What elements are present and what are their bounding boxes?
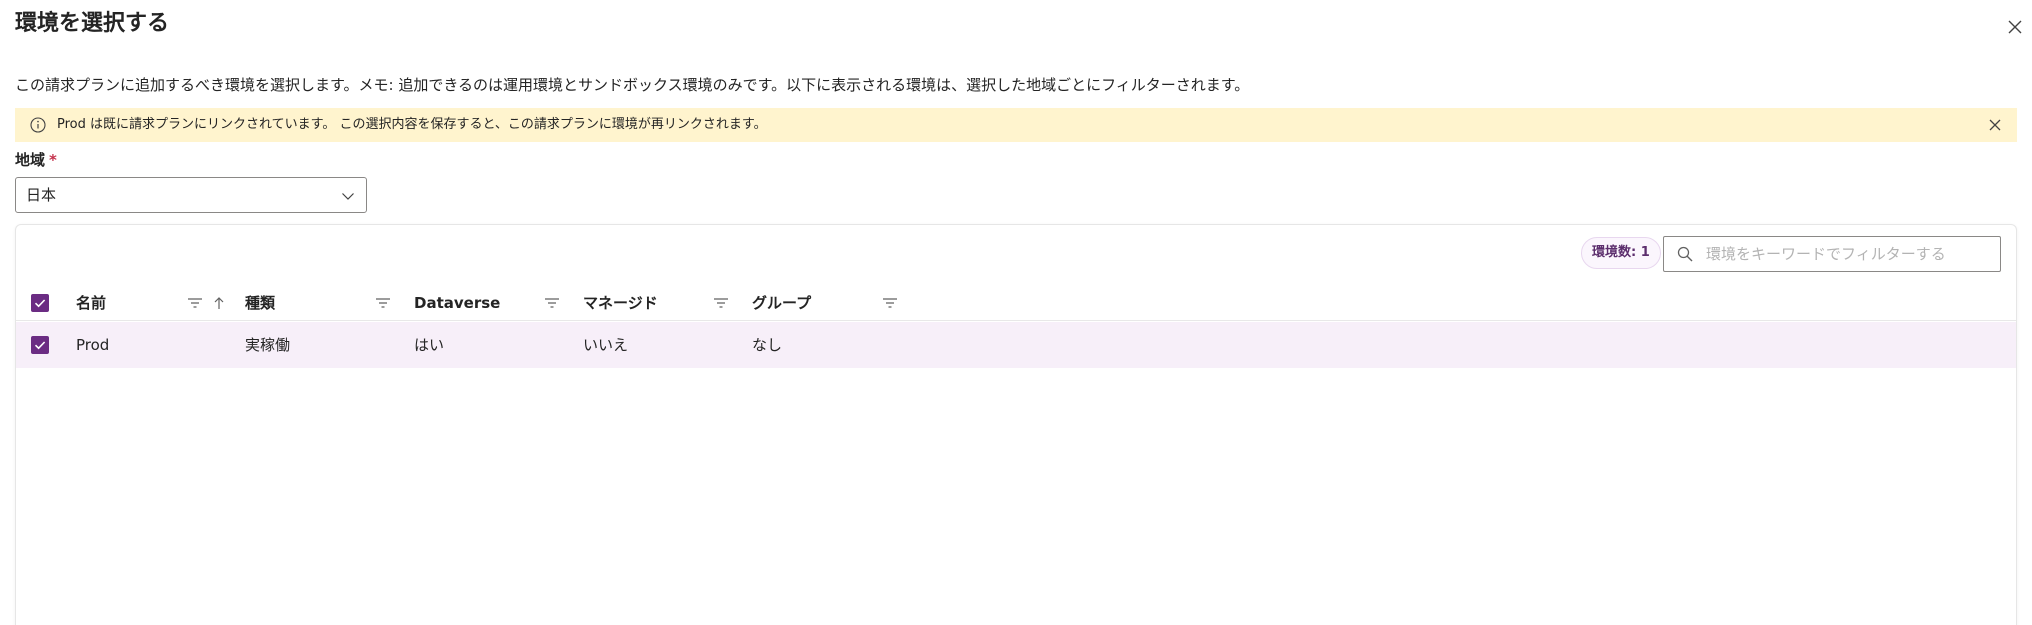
dialog-title: 環境を選択する xyxy=(15,11,170,36)
column-header-group[interactable]: グループ xyxy=(752,285,811,321)
chevron-down-icon xyxy=(340,188,356,204)
region-label-text: 地域 xyxy=(15,151,46,169)
environment-grid: 環境数: 1 名前 種類 xyxy=(15,224,2017,625)
grid-header-row: 名前 種類 Dataverse マネージド グループ xyxy=(16,285,2016,321)
dialog-description: この請求プランに追加するべき環境を選択します。メモ: 追加できるのは運用環境とサ… xyxy=(15,76,1250,94)
select-environment-dialog: 環境を選択する この請求プランに追加するべき環境を選択します。メモ: 追加できる… xyxy=(0,0,2032,625)
region-label: 地域 * xyxy=(15,150,57,170)
filter-icon[interactable] xyxy=(881,295,899,311)
cell-type: 実稼働 xyxy=(245,336,291,354)
dialog-close-button[interactable] xyxy=(2004,16,2026,38)
filter-icon[interactable] xyxy=(712,295,730,311)
warning-text: Prod は既に請求プランにリンクされています。 この選択内容を保存すると、この… xyxy=(57,117,767,132)
table-row[interactable]: Prod 実稼働 はい いいえ なし xyxy=(16,322,2016,368)
filter-icon[interactable] xyxy=(186,295,204,311)
row-checkbox[interactable] xyxy=(31,336,49,354)
cell-name: Prod xyxy=(76,336,110,354)
search-input[interactable] xyxy=(1704,244,1984,264)
region-selected-value: 日本 xyxy=(26,186,57,204)
region-dropdown[interactable]: 日本 xyxy=(15,177,367,213)
environment-search-box[interactable] xyxy=(1663,236,2001,272)
required-marker: * xyxy=(49,151,57,169)
close-icon xyxy=(2004,16,2026,38)
warning-dismiss-button[interactable] xyxy=(1987,117,2003,133)
info-icon xyxy=(29,116,47,134)
close-icon xyxy=(1987,117,2003,133)
cell-group: なし xyxy=(752,336,783,354)
filter-icon[interactable] xyxy=(374,295,392,311)
column-header-dataverse[interactable]: Dataverse xyxy=(414,285,500,321)
cell-dataverse: はい xyxy=(414,336,445,354)
column-header-managed[interactable]: マネージド xyxy=(583,285,658,321)
environment-count-badge: 環境数: 1 xyxy=(1581,237,1661,269)
search-icon xyxy=(1676,245,1694,263)
sort-ascending-icon xyxy=(212,295,226,311)
column-header-type[interactable]: 種類 xyxy=(245,285,275,321)
warning-message-bar: Prod は既に請求プランにリンクされています。 この選択内容を保存すると、この… xyxy=(15,108,2017,142)
column-header-name[interactable]: 名前 xyxy=(76,285,106,321)
select-all-checkbox[interactable] xyxy=(31,294,49,312)
filter-icon[interactable] xyxy=(543,295,561,311)
cell-managed: いいえ xyxy=(583,336,629,354)
